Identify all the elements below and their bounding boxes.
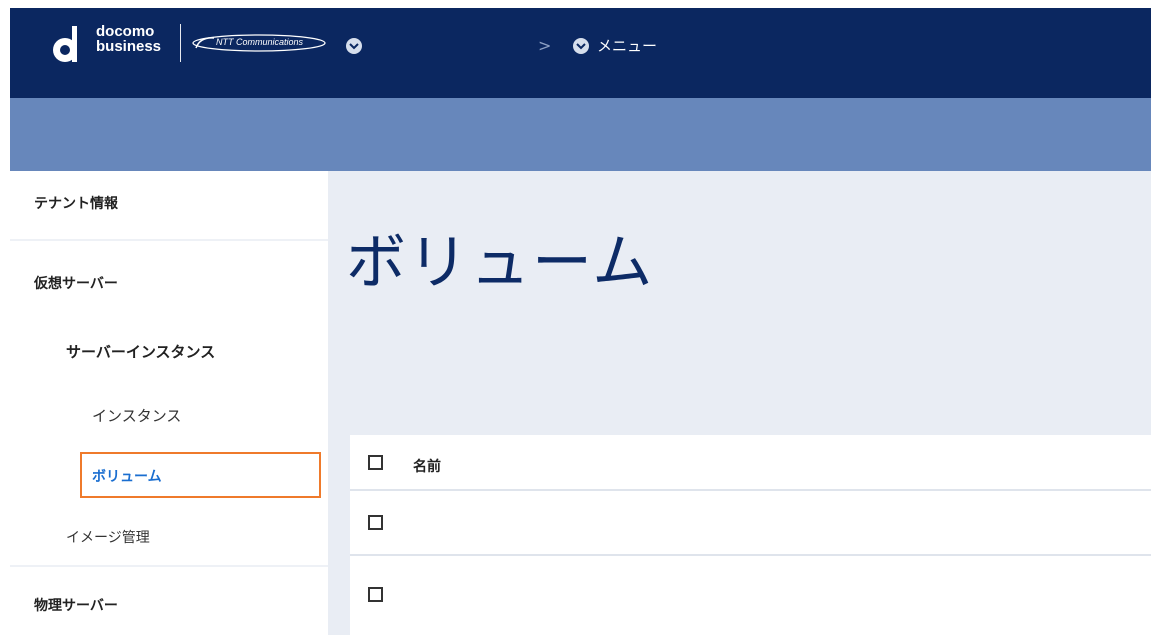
row-divider (350, 489, 1151, 491)
header: docomo business NTT Communications > メニュ… (0, 0, 1151, 98)
breadcrumb-menu[interactable]: メニュー (597, 38, 657, 54)
sidebar-divider (10, 239, 328, 241)
logo-divider (180, 24, 181, 62)
breadcrumb-arrow-icon: > (538, 36, 552, 55)
chevron-down-circle-icon[interactable] (346, 38, 362, 54)
logo-line-2: business (96, 38, 162, 55)
sidebar-item-physical-server[interactable]: 物理サーバー (34, 595, 352, 615)
select-all-checkbox[interactable] (368, 455, 383, 470)
row-checkbox[interactable] (368, 515, 383, 530)
chevron-down-circle-icon[interactable] (573, 38, 589, 54)
selected-item-highlight (80, 452, 321, 498)
sidebar-item-virtual-server[interactable]: 仮想サーバー (34, 273, 352, 293)
sidebar-item-tenant-info[interactable]: テナント情報 (34, 193, 352, 213)
sidebar: テナント情報 仮想サーバー サーバーインスタンス インスタンス ボリューム イメ… (10, 171, 328, 635)
page-title: ボリューム (346, 228, 655, 298)
volume-table: 名前 (350, 435, 1151, 635)
ntt-communications-logo: NTT Communications (190, 34, 328, 52)
ntt-logo-text: NTT Communications (216, 37, 304, 47)
row-checkbox[interactable] (368, 587, 383, 602)
docomo-business-logo[interactable]: docomo business (96, 24, 161, 54)
docomo-d-logo-icon[interactable] (48, 24, 88, 64)
column-header-name[interactable]: 名前 (413, 456, 441, 476)
sub-header-bar (10, 98, 1151, 171)
sidebar-divider (10, 565, 328, 567)
logo-line-1: docomo (96, 23, 155, 40)
row-divider (350, 554, 1151, 556)
